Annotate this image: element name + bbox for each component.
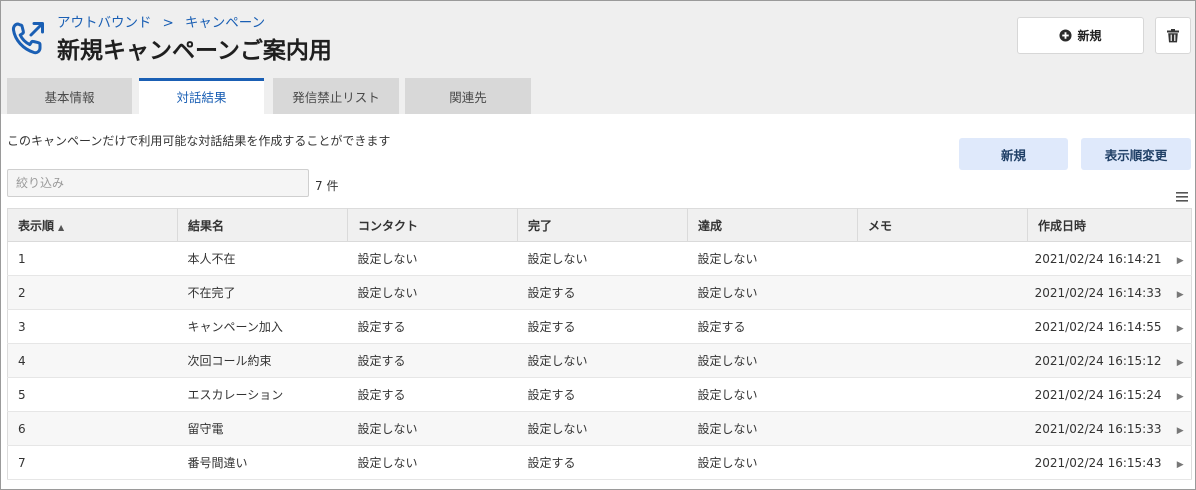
column-header-created[interactable]: 作成日時	[1027, 208, 1192, 242]
cell-memo	[857, 377, 1028, 412]
results-table: 表示順 ▲ 結果名 コンタクト 完了 達成 メモ 作成日時 1 本人不在 設定しな…	[7, 208, 1193, 480]
cell-created: 2021/02/24 16:14:21	[1027, 241, 1170, 276]
table-row[interactable]: 7 番号間違い 設定しない 設定する 設定しない 2021/02/24 16:1…	[7, 445, 1192, 480]
breadcrumb: アウトバウンド > キャンペーン	[57, 11, 265, 31]
tab-dialogue-results[interactable]: 対話結果	[139, 78, 264, 114]
cell-result-name: 不在完了	[177, 275, 348, 310]
cell-achieve: 設定しない	[687, 343, 858, 378]
page-title: 新規キャンペーンご案内用	[57, 38, 332, 64]
column-header-order[interactable]: 表示順 ▲	[7, 208, 178, 242]
cell-created: 2021/02/24 16:14:55	[1027, 309, 1170, 344]
breadcrumb-separator: >	[162, 15, 174, 31]
new-result-button[interactable]: 新規	[959, 138, 1068, 170]
sort-asc-icon: ▲	[58, 222, 65, 232]
header-new-button[interactable]: 新規	[1017, 17, 1144, 54]
result-count: 7 件	[315, 179, 339, 193]
cell-contact: 設定しない	[347, 411, 518, 446]
tab-related[interactable]: 関連先	[405, 78, 531, 114]
cell-complete: 設定する	[517, 445, 688, 480]
app-frame: アウトバウンド > キャンペーン 新規キャンペーンご案内用 新規 基本情報 対話結果	[0, 0, 1196, 490]
column-header-achieve[interactable]: 達成	[687, 208, 858, 242]
breadcrumb-item-outbound[interactable]: アウトバウンド	[57, 15, 152, 31]
table-header-row: 表示順 ▲ 結果名 コンタクト 完了 達成 メモ 作成日時	[7, 208, 1192, 242]
column-header-memo[interactable]: メモ	[857, 208, 1028, 242]
table-row[interactable]: 1 本人不在 設定しない 設定しない 設定しない 2021/02/24 16:1…	[7, 241, 1192, 276]
caret-right-icon[interactable]: ▶	[1177, 324, 1184, 334]
column-header-contact[interactable]: コンタクト	[347, 208, 518, 242]
reorder-button[interactable]: 表示順変更	[1081, 138, 1191, 170]
cell-memo	[857, 343, 1028, 378]
phone-outgoing-icon	[11, 22, 44, 55]
cell-contact: 設定する	[347, 377, 518, 412]
cell-achieve: 設定しない	[687, 275, 858, 310]
cell-order: 5	[7, 377, 178, 412]
cell-complete: 設定しない	[517, 343, 688, 378]
page-header: アウトバウンド > キャンペーン 新規キャンペーンご案内用 新規 基本情報 対話結果	[1, 1, 1195, 114]
table-row[interactable]: 2 不在完了 設定しない 設定する 設定しない 2021/02/24 16:14…	[7, 275, 1192, 310]
cell-contact: 設定する	[347, 309, 518, 344]
cell-result-name: 次回コール約束	[177, 343, 348, 378]
cell-result-name: 留守電	[177, 411, 348, 446]
delete-button[interactable]	[1155, 17, 1191, 54]
cell-achieve: 設定する	[687, 309, 858, 344]
cell-order: 6	[7, 411, 178, 446]
cell-memo	[857, 445, 1028, 480]
cell-achieve: 設定しない	[687, 445, 858, 480]
cell-order: 3	[7, 309, 178, 344]
filter-input[interactable]	[7, 169, 309, 197]
column-header-result-name[interactable]: 結果名	[177, 208, 348, 242]
description-text: このキャンペーンだけで利用可能な対話結果を作成することができます	[7, 134, 391, 148]
caret-right-icon[interactable]: ▶	[1177, 256, 1184, 266]
cell-created: 2021/02/24 16:15:43	[1027, 445, 1170, 480]
breadcrumb-item-campaign[interactable]: キャンペーン	[185, 15, 265, 31]
trash-icon	[1167, 28, 1179, 42]
cell-result-name: 番号間違い	[177, 445, 348, 480]
cell-memo	[857, 309, 1028, 344]
cell-result-name: 本人不在	[177, 241, 348, 276]
table-row[interactable]: 3 キャンペーン加入 設定する 設定する 設定する 2021/02/24 16:…	[7, 309, 1192, 344]
cell-contact: 設定しない	[347, 241, 518, 276]
cell-memo	[857, 411, 1028, 446]
cell-created: 2021/02/24 16:15:24	[1027, 377, 1170, 412]
caret-right-icon[interactable]: ▶	[1177, 358, 1184, 368]
cell-complete: 設定する	[517, 275, 688, 310]
cell-complete: 設定しない	[517, 241, 688, 276]
cell-result-name: キャンペーン加入	[177, 309, 348, 344]
cell-order: 4	[7, 343, 178, 378]
cell-achieve: 設定しない	[687, 411, 858, 446]
cell-contact: 設定する	[347, 343, 518, 378]
caret-right-icon[interactable]: ▶	[1177, 426, 1184, 436]
cell-result-name: エスカレーション	[177, 377, 348, 412]
caret-right-icon[interactable]: ▶	[1177, 290, 1184, 300]
cell-complete: 設定する	[517, 377, 688, 412]
cell-complete: 設定する	[517, 309, 688, 344]
table-row[interactable]: 6 留守電 設定しない 設定しない 設定しない 2021/02/24 16:15…	[7, 411, 1192, 446]
cell-memo	[857, 275, 1028, 310]
caret-right-icon[interactable]: ▶	[1177, 460, 1184, 470]
cell-created: 2021/02/24 16:15:12	[1027, 343, 1170, 378]
cell-complete: 設定しない	[517, 411, 688, 446]
cell-achieve: 設定しない	[687, 241, 858, 276]
table-row[interactable]: 4 次回コール約束 設定する 設定しない 設定しない 2021/02/24 16…	[7, 343, 1192, 378]
cell-created: 2021/02/24 16:14:33	[1027, 275, 1170, 310]
cell-order: 1	[7, 241, 178, 276]
cell-contact: 設定しない	[347, 275, 518, 310]
column-header-complete[interactable]: 完了	[517, 208, 688, 242]
cell-achieve: 設定しない	[687, 377, 858, 412]
caret-right-icon[interactable]: ▶	[1177, 392, 1184, 402]
hamburger-menu-icon[interactable]	[1175, 191, 1189, 203]
header-new-button-label: 新規	[1077, 29, 1102, 43]
tab-basic-info[interactable]: 基本情報	[7, 78, 132, 114]
table-row[interactable]: 5 エスカレーション 設定する 設定する 設定しない 2021/02/24 16…	[7, 377, 1192, 412]
plus-circle-icon	[1059, 29, 1073, 42]
cell-order: 7	[7, 445, 178, 480]
cell-order: 2	[7, 275, 178, 310]
cell-created: 2021/02/24 16:15:33	[1027, 411, 1170, 446]
cell-memo	[857, 241, 1028, 276]
tab-dnc-list[interactable]: 発信禁止リスト	[273, 78, 399, 114]
cell-contact: 設定しない	[347, 445, 518, 480]
